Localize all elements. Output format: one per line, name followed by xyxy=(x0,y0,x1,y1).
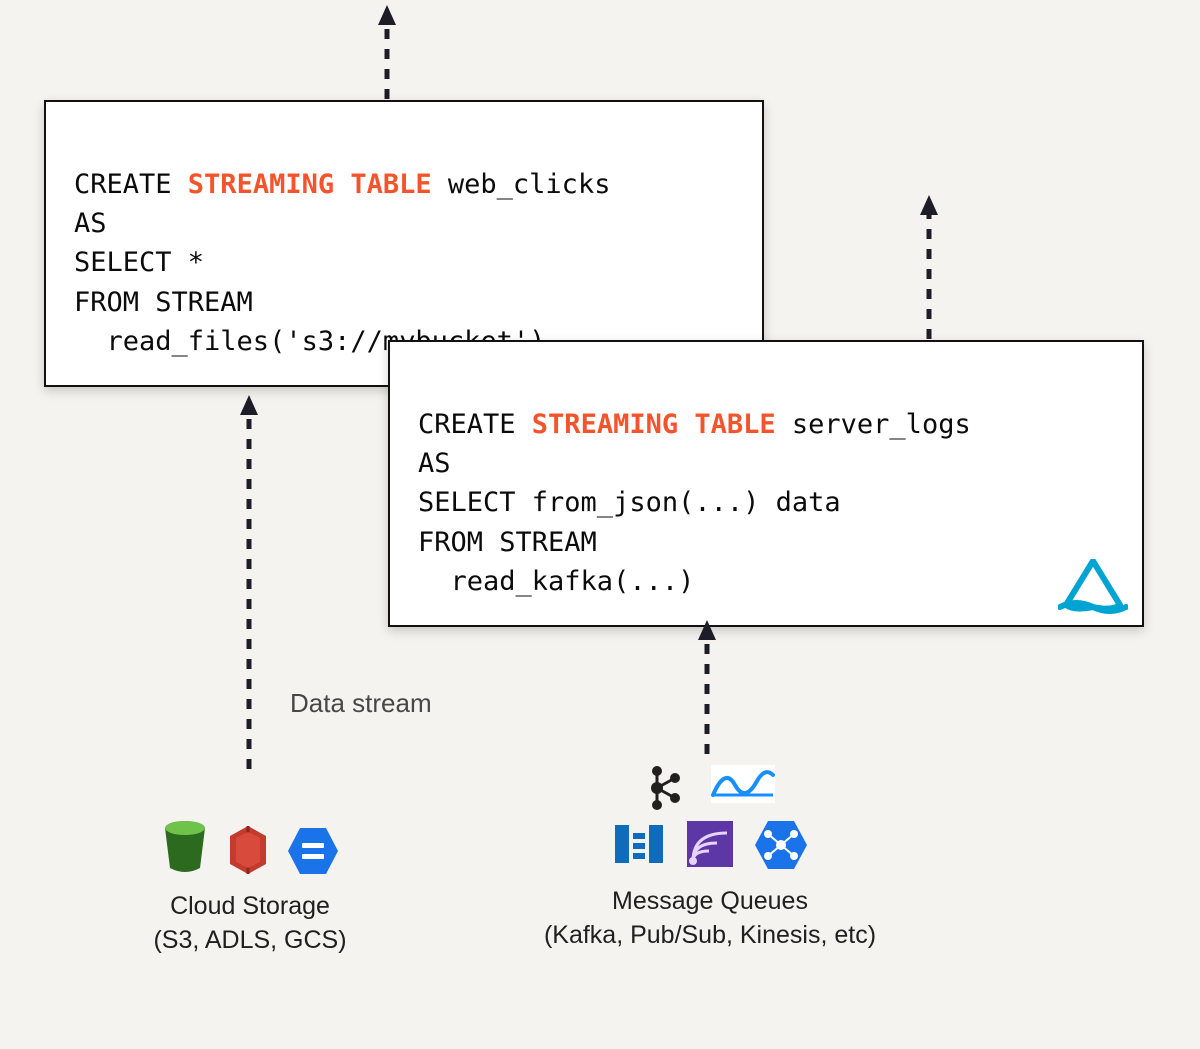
code2-line2: AS xyxy=(418,448,451,479)
kinesis-icon xyxy=(687,821,733,867)
code2-line1-post: server_logs xyxy=(776,409,971,440)
eventhubs-icon xyxy=(613,821,665,867)
code2-line1-kw: STREAMING TABLE xyxy=(532,409,776,440)
code1-line4: FROM STREAM xyxy=(74,287,253,318)
code1-line2: AS xyxy=(74,208,107,239)
code2-line3: SELECT from_json(...) data xyxy=(418,487,841,518)
code2-line5: read_kafka(...) xyxy=(418,566,694,597)
arrow-message-queues-icon xyxy=(695,620,719,755)
code-box-server-logs: CREATE STREAMING TABLE server_logs AS SE… xyxy=(388,340,1144,627)
code1-line1-kw: STREAMING TABLE xyxy=(188,169,432,200)
code2-line4: FROM STREAM xyxy=(418,527,597,558)
code1-line1-post: web_clicks xyxy=(432,169,611,200)
mq-title: Message Queues xyxy=(500,885,920,919)
code1-line3: SELECT * xyxy=(74,247,204,278)
arrow-cloud-storage-icon xyxy=(237,395,261,770)
code2-line1-pre: CREATE xyxy=(418,409,532,440)
code1-line1-pre: CREATE xyxy=(74,169,188,200)
pubsub-icon xyxy=(755,821,807,869)
message-queues-group: Message Queues (Kafka, Pub/Sub, Kinesis,… xyxy=(500,765,920,953)
pulsar-icon xyxy=(711,765,775,803)
adls-icon xyxy=(226,826,270,874)
cloud-title: Cloud Storage xyxy=(110,890,390,924)
kafka-icon xyxy=(645,765,681,811)
cloud-storage-group: Cloud Storage (S3, ADLS, GCS) xyxy=(110,790,390,958)
gcs-icon xyxy=(288,828,338,874)
data-stream-label: Data stream xyxy=(290,688,432,719)
arrow-top-left-icon xyxy=(375,5,399,100)
mq-sub: (Kafka, Pub/Sub, Kinesis, etc) xyxy=(500,919,920,953)
arrow-top-right-icon xyxy=(917,195,941,340)
delta-lake-icon xyxy=(1058,559,1128,615)
s3-icon xyxy=(162,820,208,874)
cloud-sub: (S3, ADLS, GCS) xyxy=(110,924,390,958)
